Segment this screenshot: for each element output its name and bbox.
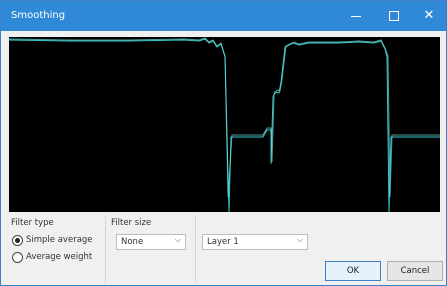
close-icon: ✕ <box>423 8 435 23</box>
filter-size-label: Filter size <box>111 218 152 228</box>
ok-button[interactable]: OK <box>325 261 381 281</box>
close-button[interactable]: ✕ <box>411 1 447 31</box>
average-weight-label: Average weight <box>26 252 93 262</box>
maximize-button[interactable] <box>376 1 412 31</box>
chevron-down-icon: ⌵ <box>296 235 303 244</box>
average-weight-radio[interactable] <box>12 252 23 263</box>
group-separator <box>105 215 106 283</box>
cancel-button[interactable]: Cancel <box>387 261 443 281</box>
filter-size-select[interactable]: None ⌵ <box>116 234 186 250</box>
window-title: Smoothing <box>11 10 66 21</box>
chevron-down-icon: ⌵ <box>174 235 181 244</box>
layer-value: Layer 1 <box>207 237 239 247</box>
signal-waveform <box>9 37 440 212</box>
title-bar: Smoothing ✕ <box>1 1 446 31</box>
simple-average-label: Simple average <box>26 235 93 245</box>
smoothing-preview-plot <box>9 37 440 212</box>
maximize-icon <box>389 11 399 21</box>
simple-average-radio[interactable] <box>12 235 23 246</box>
layer-select[interactable]: Layer 1 ⌵ <box>202 234 308 250</box>
minimize-button[interactable] <box>338 1 374 31</box>
group-separator <box>195 215 196 283</box>
smoothing-dialog: Smoothing ✕ Filter type Simple average A… <box>0 0 447 286</box>
minimize-icon <box>351 16 361 17</box>
filter-type-label: Filter type <box>11 218 54 228</box>
filter-size-value: None <box>121 237 144 247</box>
